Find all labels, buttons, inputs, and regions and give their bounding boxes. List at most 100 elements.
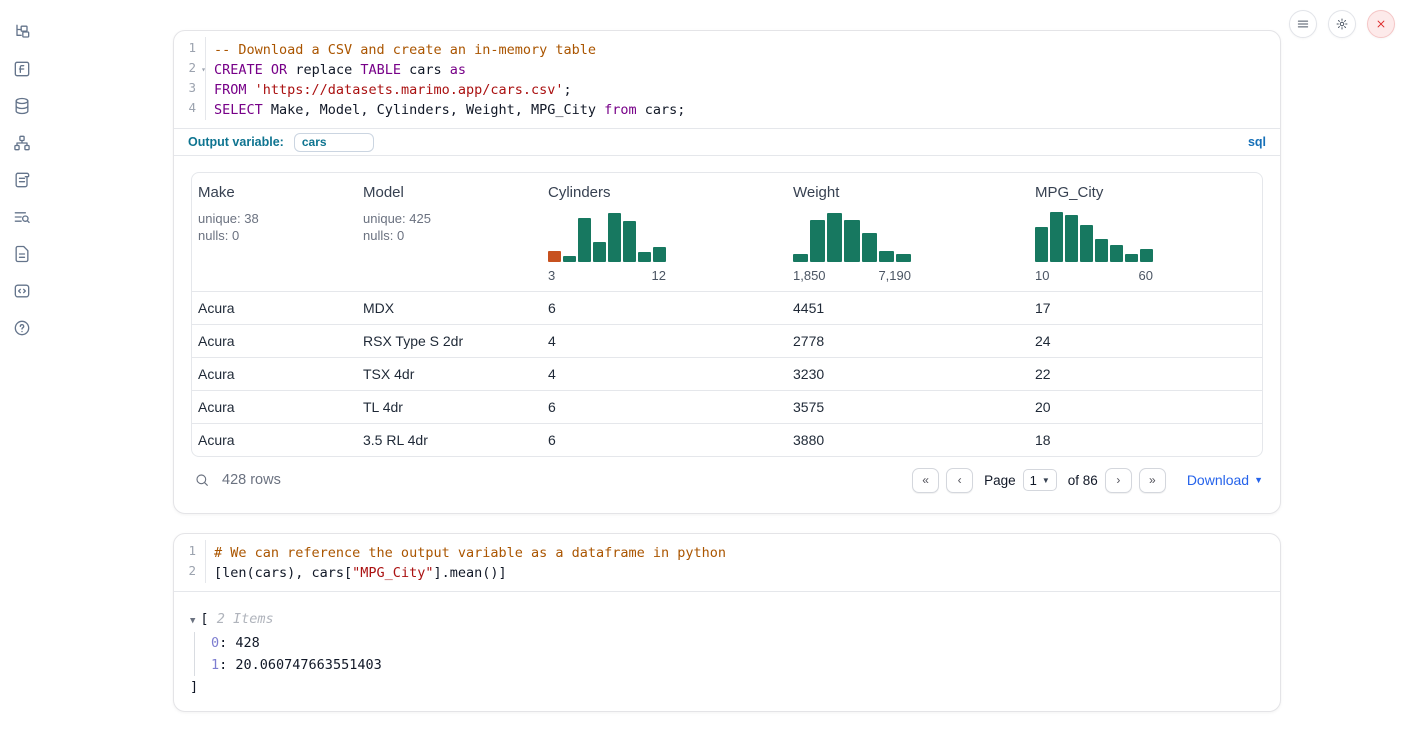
histogram-bar: [1110, 245, 1123, 262]
column-stat: unique: 38: [198, 210, 357, 227]
items-count-note: 2 Items: [209, 611, 274, 627]
code-line: CREATE OR replace TABLE cars as: [214, 60, 1280, 80]
first-page-button[interactable]: «: [912, 468, 939, 493]
output-variable-input[interactable]: [294, 133, 374, 152]
column-header-cylinders[interactable]: Cylinders312: [542, 173, 787, 291]
snippets-icon[interactable]: [10, 279, 34, 303]
page-select[interactable]: 1 ▼: [1023, 469, 1057, 491]
code-line: FROM 'https://datasets.marimo.app/cars.c…: [214, 80, 1280, 100]
table-cell: TSX 4dr: [357, 366, 542, 382]
histogram-bar: [844, 220, 859, 262]
tree-entries: 0: 4281: 20.060747663551403: [194, 632, 1280, 676]
datasources-icon[interactable]: [10, 94, 34, 118]
column-title: Model: [363, 184, 542, 201]
table-body: AcuraMDX6445117AcuraRSX Type S 2dr427782…: [192, 291, 1262, 456]
code-line: SELECT Make, Model, Cylinders, Weight, M…: [214, 100, 1280, 120]
open-bracket: [: [200, 611, 208, 627]
sql-code: -- Download a CSV and create an in-memor…: [206, 37, 1280, 120]
page-select-value: 1: [1030, 473, 1037, 488]
histogram-bar: [1035, 227, 1048, 262]
column-title: Make: [198, 184, 357, 201]
page-label: Page: [984, 473, 1016, 488]
tree-entry: 0: 428: [211, 632, 1280, 654]
histogram-bar: [862, 233, 877, 262]
tree-root-line: ▼ [ 2 Items: [190, 608, 1280, 632]
result-table: Make unique: 38nulls: 0Modelunique: 425nu…: [191, 172, 1263, 457]
line-number: 1: [174, 40, 205, 60]
table-cell: Acura: [192, 366, 357, 382]
axis-max-label: 12: [652, 268, 666, 283]
column-header-mpg_city[interactable]: MPG_City 10 60: [1029, 173, 1262, 291]
dependency-graph-icon[interactable]: [10, 131, 34, 155]
table-row[interactable]: AcuraMDX6445117: [192, 291, 1262, 324]
table-cell: 6: [542, 300, 787, 316]
table-row[interactable]: AcuraRSX Type S 2dr4277824: [192, 324, 1262, 357]
histogram-bar: [1125, 254, 1138, 262]
scratchpad-icon[interactable]: [10, 168, 34, 192]
prev-page-button[interactable]: ‹: [946, 468, 973, 493]
table-row[interactable]: AcuraTL 4dr6357520: [192, 390, 1262, 423]
histogram-bar: [896, 254, 911, 262]
histogram-bar: [548, 251, 561, 262]
total-pages-label: of 86: [1068, 473, 1098, 488]
top-toolbar: [1289, 10, 1395, 38]
file-explorer-icon[interactable]: [10, 20, 34, 44]
sql-code-editor[interactable]: 12▾34 -- Download a CSV and create an in…: [174, 31, 1280, 128]
axis-min-label: 10: [1035, 268, 1049, 283]
table-cell: TL 4dr: [357, 399, 542, 415]
fold-chevron-icon[interactable]: ▾: [201, 65, 206, 74]
histogram-bar: [827, 213, 842, 262]
table-cell: MDX: [357, 300, 542, 316]
tree-entry-value: 428: [235, 635, 259, 651]
collapse-toggle-icon[interactable]: ▼: [190, 616, 195, 626]
table-cell: 3.5 RL 4dr: [357, 432, 542, 448]
histogram-bar: [608, 213, 621, 262]
column-header-weight[interactable]: Weight1,8507,190: [787, 173, 1029, 291]
download-button[interactable]: Download ▼: [1187, 472, 1263, 488]
histogram-bar: [1065, 215, 1078, 262]
tree-entry-key: 1: [211, 657, 219, 673]
python-cell: 12 # We can reference the output variabl…: [173, 533, 1281, 712]
axis-max-label: 60: [1139, 268, 1153, 283]
histogram-axis: 1,8507,190: [793, 268, 911, 283]
last-page-button[interactable]: »: [1139, 468, 1166, 493]
histogram-bar: [653, 247, 666, 262]
table-cell: Acura: [192, 432, 357, 448]
column-histogram[interactable]: [793, 210, 911, 262]
column-header-make[interactable]: Make unique: 38nulls: 0: [192, 173, 357, 291]
menu-icon[interactable]: [1289, 10, 1317, 38]
table-cell: 4: [542, 366, 787, 382]
table-cell: 24: [1029, 333, 1262, 349]
column-stat: nulls: 0: [198, 227, 357, 244]
next-page-button[interactable]: ›: [1105, 468, 1132, 493]
histogram-bar: [810, 220, 825, 262]
column-title: MPG_City: [1035, 184, 1262, 201]
table-row[interactable]: AcuraTSX 4dr4323022: [192, 357, 1262, 390]
table-cell: 4: [542, 333, 787, 349]
table-row[interactable]: Acura3.5 RL 4dr6388018: [192, 423, 1262, 456]
table-cell: 6: [542, 399, 787, 415]
table-cell: 20: [1029, 399, 1262, 415]
histogram-bar: [879, 251, 894, 262]
axis-max-label: 7,190: [878, 268, 911, 283]
table-cell: Acura: [192, 300, 357, 316]
table-cell: Acura: [192, 333, 357, 349]
functions-icon[interactable]: [10, 57, 34, 81]
table-cell: 18: [1029, 432, 1262, 448]
python-code-editor[interactable]: 12 # We can reference the output variabl…: [174, 534, 1280, 592]
language-badge[interactable]: sql: [1248, 135, 1266, 149]
sql-cell: 12 ▾ 3 4 -- Download a CSV and create an in…: [173, 30, 1281, 514]
column-histogram[interactable]: [1035, 210, 1153, 262]
help-icon[interactable]: [10, 316, 34, 340]
line-number: 2: [174, 563, 205, 583]
close-icon[interactable]: [1367, 10, 1395, 38]
gear-icon[interactable]: [1328, 10, 1356, 38]
documentation-icon[interactable]: [10, 242, 34, 266]
column-header-model[interactable]: Modelunique: 425nulls: 0: [357, 173, 542, 291]
search-icon[interactable]: [191, 469, 213, 491]
close-bracket: ]: [190, 676, 1280, 698]
histogram-bar: [1080, 225, 1093, 262]
column-histogram[interactable]: [548, 210, 666, 262]
line-number: 3: [174, 80, 205, 100]
logs-icon[interactable]: [10, 205, 34, 229]
